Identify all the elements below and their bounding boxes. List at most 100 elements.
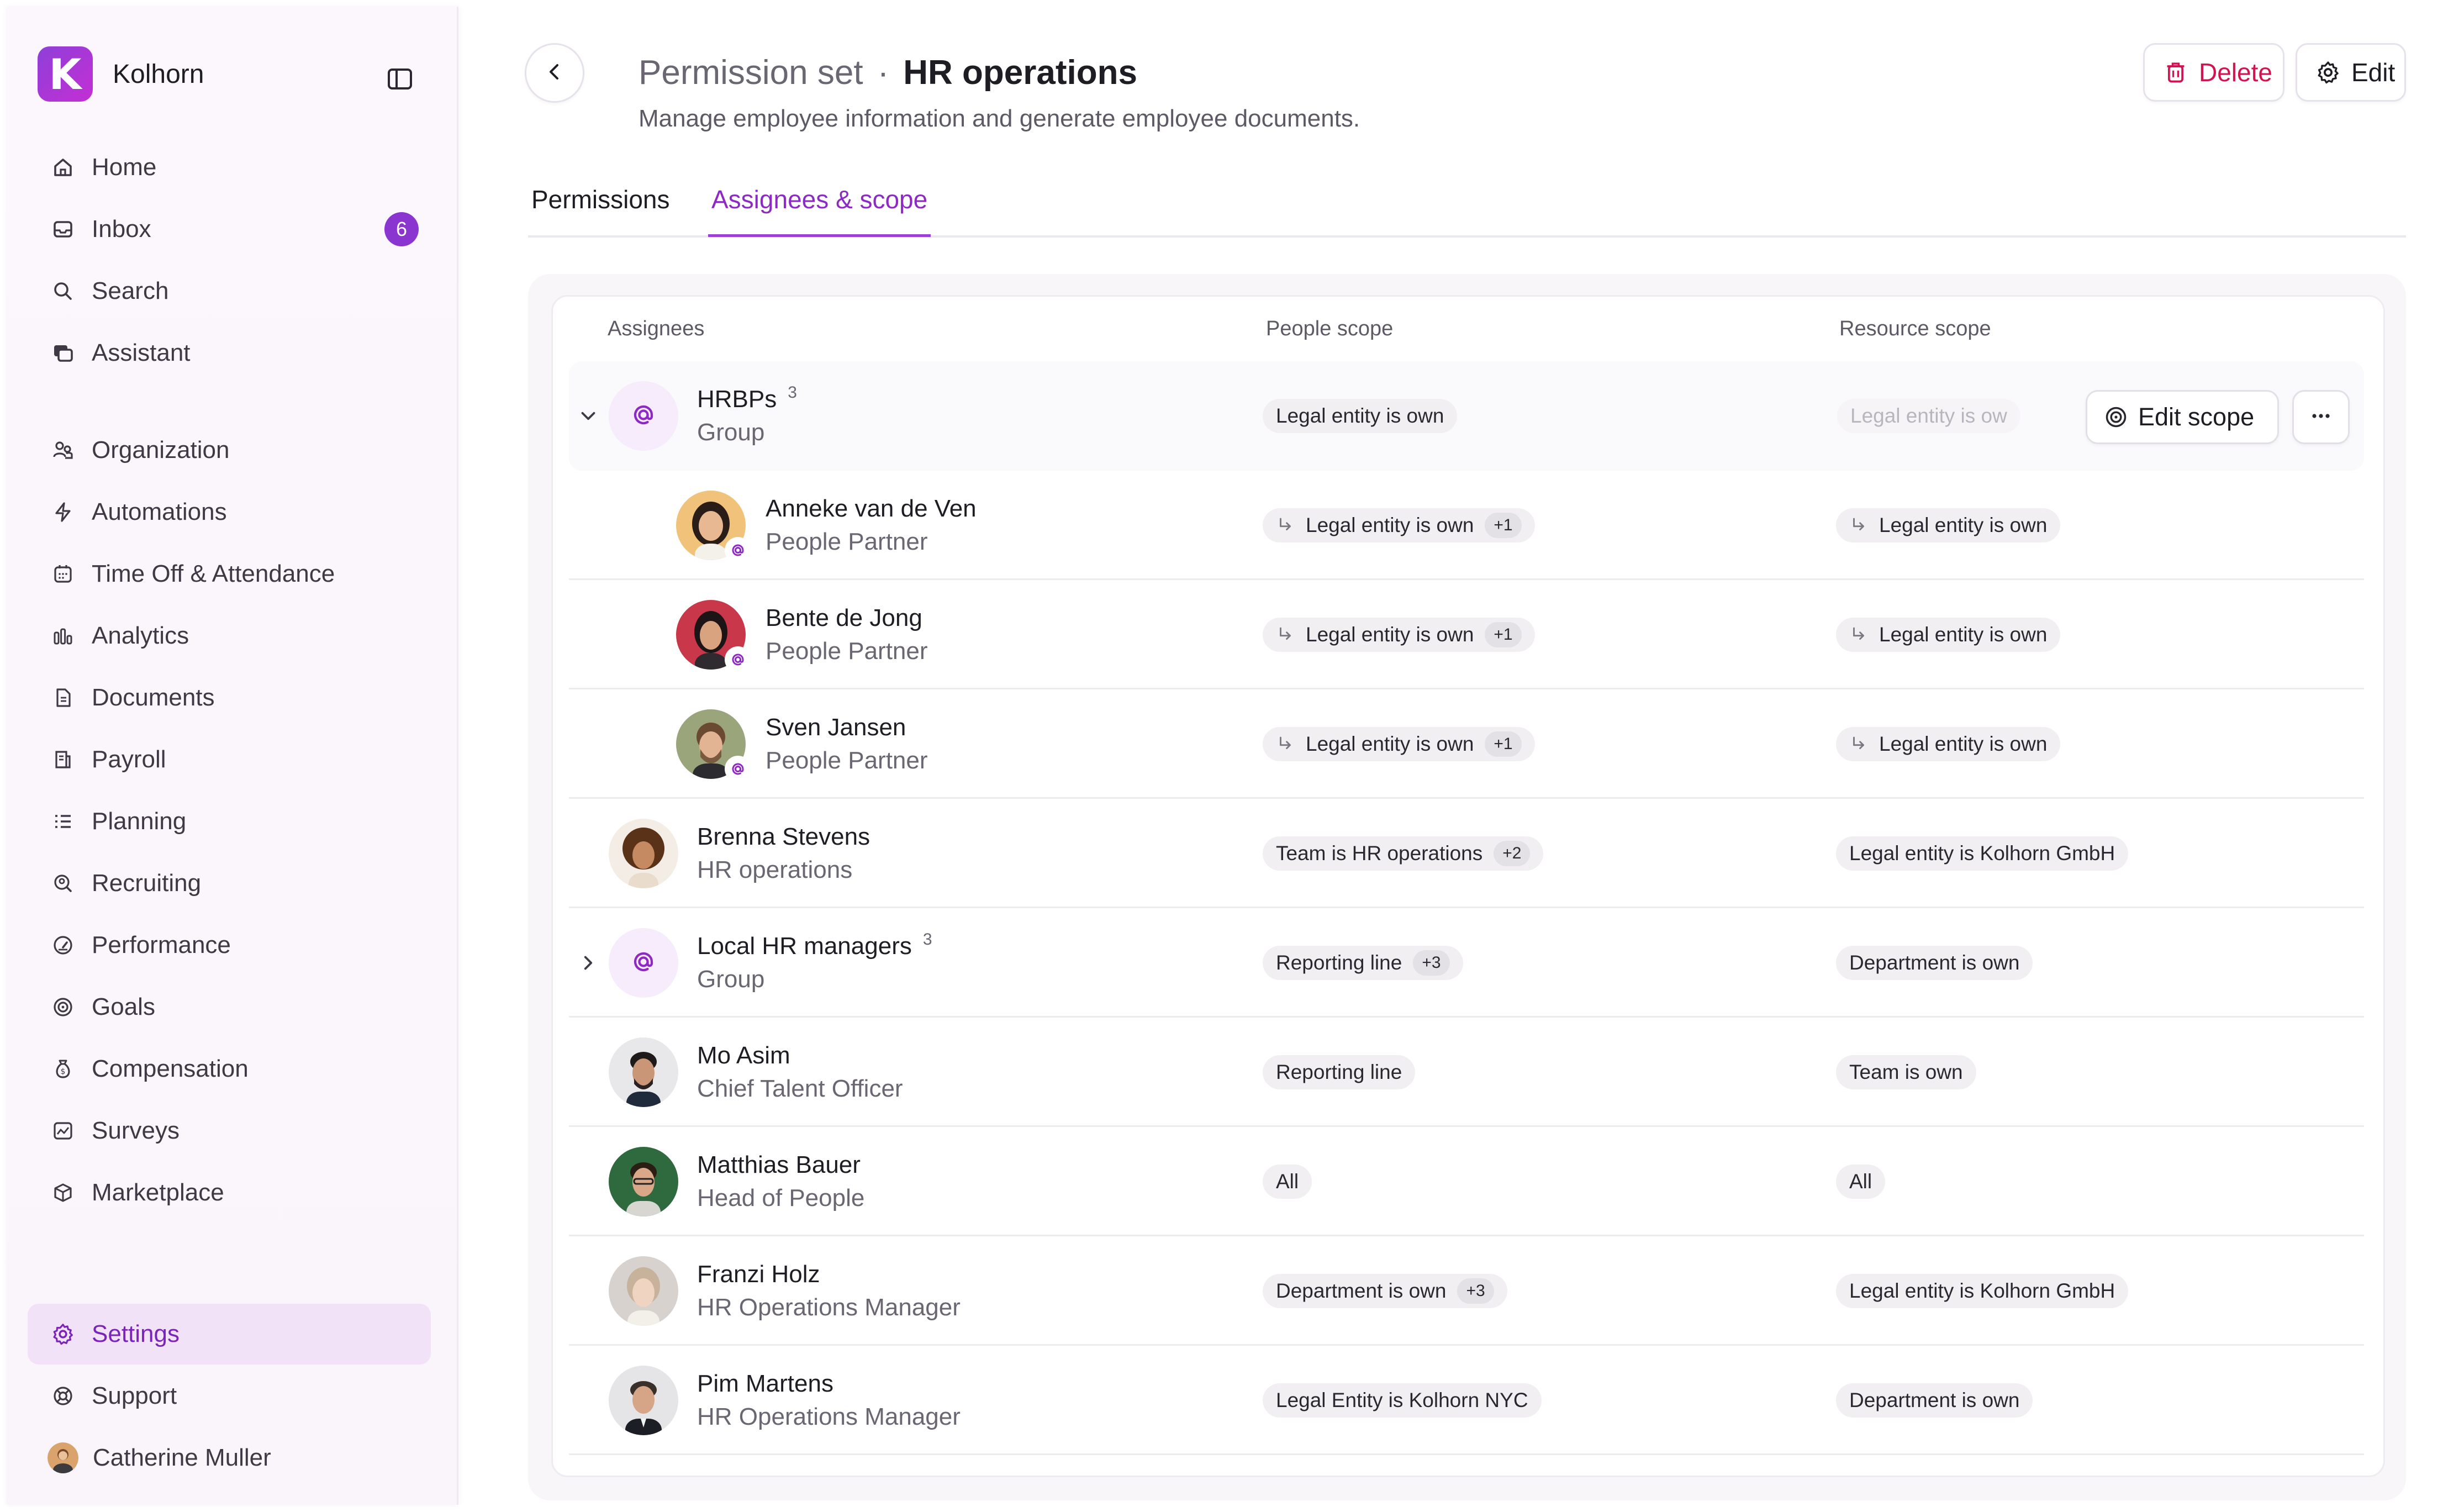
- table-row-group-hrbps[interactable]: HRBPs 3 Group Legal entity is own Legal e…: [569, 361, 2364, 471]
- sidebar-item-user-profile[interactable]: Catherine Muller: [28, 1427, 431, 1488]
- sidebar-item-label: Assistant: [92, 339, 191, 366]
- people-scope-text: All: [1276, 1170, 1299, 1193]
- sidebar-item-documents[interactable]: Documents: [28, 667, 431, 728]
- document-icon: [51, 686, 75, 710]
- sidebar-item-label: Time Off & Attendance: [92, 560, 335, 587]
- sidebar-item-organization[interactable]: Organization: [28, 420, 431, 481]
- people-scope-pill: Legal entity is own: [1263, 399, 1458, 433]
- assignee-subtitle: People Partner: [766, 528, 928, 555]
- sidebar-item-label: Automations: [92, 498, 227, 525]
- resource-scope-pill: Legal entity is own: [1836, 727, 2061, 761]
- chevron-right-icon[interactable]: [577, 951, 600, 974]
- sidebar-item-payroll[interactable]: Payroll: [28, 729, 431, 790]
- sidebar-item-home[interactable]: Home: [28, 137, 431, 198]
- table-row-member[interactable]: Anneke van de Ven People Partner Legal e…: [569, 471, 2364, 580]
- table-row[interactable]: Pim Martens HR Operations Manager Legal …: [569, 1346, 2364, 1455]
- sidebar-item-support[interactable]: Support: [28, 1366, 431, 1426]
- sidebar-item-label: Documents: [92, 684, 215, 711]
- people-scope-pill: Reporting line +3: [1263, 946, 1463, 980]
- people-scope-pill: All: [1263, 1165, 1312, 1199]
- sidebar-item-analytics[interactable]: Analytics: [28, 605, 431, 666]
- member-count: 3: [922, 930, 932, 949]
- sidebar-item-assistant[interactable]: Assistant: [28, 323, 431, 383]
- column-header-assignees: Assignees: [608, 317, 705, 340]
- at-sign-icon: [630, 401, 657, 431]
- tab-bar: Permissions Assignees & scope: [528, 166, 2406, 238]
- assignee-name: Brenna Stevens: [697, 823, 870, 850]
- more-options-button[interactable]: [2292, 390, 2350, 444]
- at-sign-icon: [630, 948, 657, 978]
- edit-button[interactable]: Edit: [2296, 43, 2406, 102]
- tab-permissions[interactable]: Permissions: [531, 185, 670, 234]
- table-row[interactable]: Brenna Stevens HR operations Team is HR …: [569, 799, 2364, 908]
- people-scope-text: Reporting line: [1276, 1061, 1402, 1083]
- assignee-name: Franzi Holz: [697, 1261, 820, 1288]
- resource-scope-pill: Legal entity is Kolhorn GmbH: [1836, 1274, 2129, 1308]
- assignee-subtitle: HR Operations Manager: [697, 1294, 961, 1321]
- sidebar-item-label: Analytics: [92, 622, 189, 649]
- sidebar-item-planning[interactable]: Planning: [28, 791, 431, 852]
- resource-scope-pill: Legal entity is Kolhorn GmbH: [1836, 836, 2129, 871]
- avatar: [609, 1256, 678, 1326]
- sidebar-item-time-off[interactable]: Time Off & Attendance: [28, 544, 431, 604]
- people-scope-text: Legal entity is own: [1306, 514, 1474, 536]
- brand-name: Kolhorn: [113, 59, 204, 89]
- people-scope-pill: Legal Entity is Kolhorn NYC: [1263, 1383, 1542, 1418]
- assignee-name: Bente de Jong: [766, 604, 922, 631]
- group-avatar: [609, 381, 678, 451]
- chevron-down-icon[interactable]: [577, 404, 600, 428]
- bar-chart-icon: [51, 624, 75, 648]
- table-row[interactable]: Mo Asim Chief Talent Officer Reporting l…: [569, 1018, 2364, 1127]
- extra-scope-count: +1: [1485, 513, 1522, 538]
- calendar-icon: [51, 562, 75, 586]
- resource-scope-text: Legal entity is own: [1879, 514, 2048, 536]
- inherited-arrow-icon: [1849, 735, 1868, 754]
- sidebar-item-automations[interactable]: Automations: [28, 482, 431, 542]
- table-row-group-local-hr-managers[interactable]: Local HR managers 3 Group Reporting line …: [569, 908, 2364, 1018]
- table-row[interactable]: Matthias Bauer Head of People All All: [569, 1127, 2364, 1236]
- sidebar-item-label: Payroll: [92, 746, 166, 773]
- sidebar-item-marketplace[interactable]: Marketplace: [28, 1162, 431, 1223]
- sidebar-item-label: Compensation: [92, 1055, 249, 1082]
- extra-scope-count: +1: [1485, 622, 1522, 647]
- sidebar-item-label: Support: [92, 1382, 177, 1409]
- resource-scope-text: Department is own: [1849, 1389, 2020, 1411]
- sidebar-item-recruiting[interactable]: Recruiting: [28, 853, 431, 914]
- payroll-icon: [51, 747, 75, 772]
- assignee-name: Mo Asim: [697, 1042, 790, 1069]
- inherited-arrow-icon: [1849, 625, 1868, 644]
- page-subtitle: Manage employee information and generate…: [639, 105, 1360, 132]
- tab-assignees-scope[interactable]: Assignees & scope: [708, 185, 931, 237]
- people-scope-text: Legal Entity is Kolhorn NYC: [1276, 1389, 1528, 1411]
- sidebar-item-search[interactable]: Search: [28, 261, 431, 322]
- people-scope-text: Legal entity is own: [1306, 623, 1474, 646]
- trash-icon: [2164, 60, 2188, 85]
- people-scope-pill: Team is HR operations +2: [1263, 836, 1544, 871]
- resource-scope-pill: Legal entity is ow: [1837, 399, 2020, 433]
- assignee-name: Local HR managers 3: [697, 930, 932, 960]
- sidebar-item-label: Organization: [92, 436, 230, 463]
- edit-scope-button[interactable]: Edit scope: [2086, 390, 2279, 444]
- sidebar-item-inbox[interactable]: Inbox 6: [28, 199, 431, 260]
- back-button[interactable]: [525, 43, 584, 103]
- sidebar-item-performance[interactable]: Performance: [28, 915, 431, 976]
- resource-scope-pill: Legal entity is own: [1836, 508, 2061, 542]
- sidebar-item-surveys[interactable]: Surveys: [28, 1100, 431, 1161]
- table-row[interactable]: Franzi Holz HR Operations Manager Depart…: [569, 1236, 2364, 1346]
- target-icon: [51, 995, 75, 1019]
- assignee-subtitle: HR Operations Manager: [697, 1403, 961, 1430]
- title-main: HR operations: [903, 54, 1137, 92]
- sidebar-item-settings[interactable]: Settings: [28, 1304, 431, 1365]
- sidebar-item-label: Performance: [92, 931, 231, 958]
- gauge-icon: [51, 933, 75, 957]
- resource-scope-pill: Department is own: [1836, 946, 2033, 980]
- sidebar-item-goals[interactable]: Goals: [28, 977, 431, 1037]
- table-row-member[interactable]: Sven Jansen People Partner Legal entity …: [569, 689, 2364, 799]
- sidebar-toggle-icon[interactable]: [388, 69, 412, 89]
- table-row-member[interactable]: Bente de Jong People Partner Legal entit…: [569, 580, 2364, 689]
- extra-scope-count: +2: [1494, 841, 1531, 866]
- sidebar-item-compensation[interactable]: $ Compensation: [28, 1039, 431, 1099]
- brand[interactable]: K Kolhorn: [38, 46, 204, 102]
- delete-button[interactable]: Delete: [2143, 43, 2284, 102]
- assignee-name-text: HRBPs: [697, 386, 777, 413]
